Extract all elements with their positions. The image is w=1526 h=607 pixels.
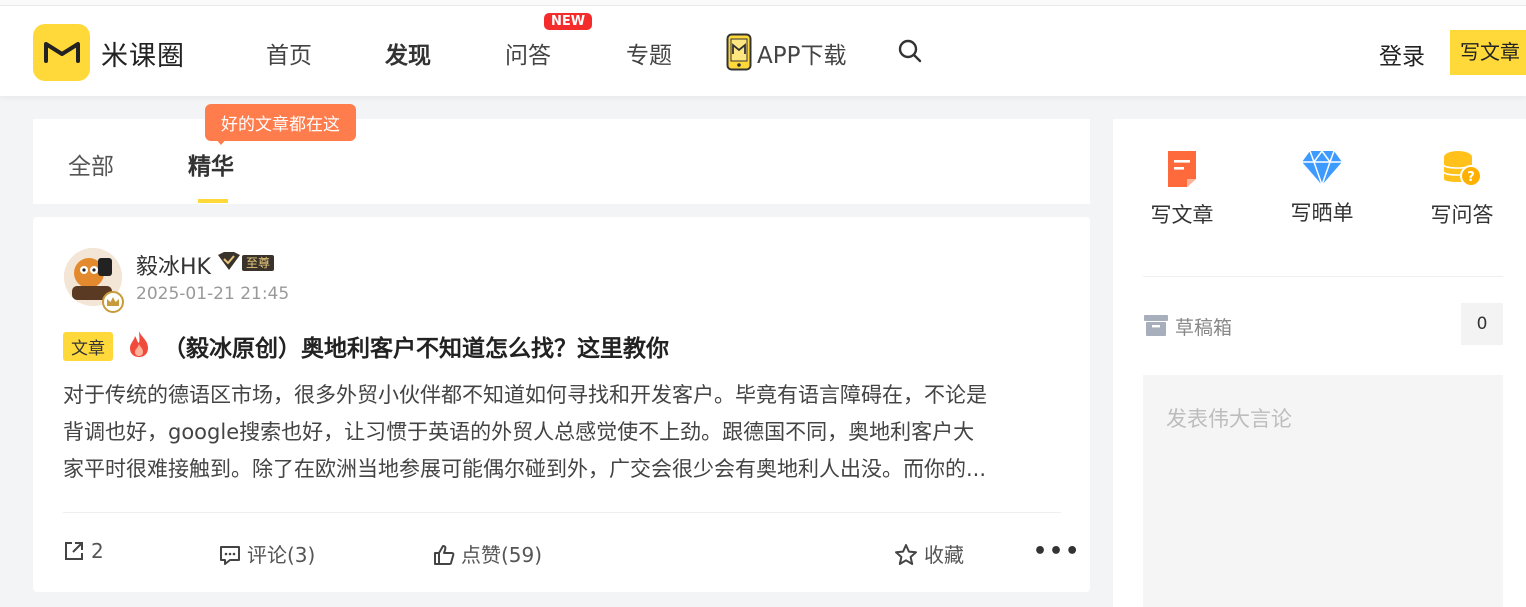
write-article-button[interactable]: 写文章 [1450, 30, 1526, 75]
more-options-button[interactable]: ••• [1033, 539, 1081, 564]
summary-line: 背调也好，google搜索也好，让习惯于英语的外贸人总感觉使不上劲。跟德国不同，… [63, 420, 975, 444]
crown-icon [102, 291, 124, 313]
post-summary[interactable]: 对于传统的德语区市场，很多外贸小伙伴都不知道如何寻找和开发客户。毕竟有语言障碍在… [63, 377, 1063, 488]
active-tab-indicator [198, 199, 228, 203]
tab-all[interactable]: 全部 [68, 147, 114, 181]
diamond-icon [1302, 149, 1342, 188]
like-button[interactable]: 点赞(59) [433, 539, 542, 568]
svg-text:?: ? [1467, 170, 1475, 185]
summary-line: 对于传统的德语区市场，很多外贸小伙伴都不知道如何寻找和开发客户。毕竟有语言障碍在… [63, 383, 987, 407]
favorite-label: 收藏 [924, 543, 964, 567]
favorite-button[interactable]: 收藏 [894, 539, 964, 568]
share-count: 2 [91, 539, 104, 563]
comment-icon [220, 545, 240, 565]
divider [63, 512, 1061, 513]
nav-app-download[interactable]: APP下载 [757, 36, 846, 70]
archive-box-icon [1144, 315, 1168, 336]
divider [1143, 276, 1503, 277]
search-icon[interactable] [898, 39, 922, 63]
comment-count: 评论(3) [247, 543, 316, 567]
author-name[interactable]: 毅冰HK [136, 249, 211, 281]
coins-question-icon: ? [1443, 151, 1482, 187]
login-link[interactable]: 登录 [1379, 37, 1425, 71]
app-logo[interactable] [33, 24, 90, 81]
share-icon [65, 541, 83, 560]
tooltip-arrow [215, 138, 227, 145]
star-icon [895, 543, 917, 565]
post-time: 2025-01-21 21:45 [136, 284, 290, 304]
comment-button[interactable]: 评论(3) [219, 539, 315, 568]
vip-badge: 至尊 [242, 255, 275, 271]
summary-line: 家平时很难接触到。除了在欧洲当地参展可能偶尔碰到外，广交会很少会有奥地利人出没。… [63, 457, 987, 481]
quick-action-label: 写文章 [1150, 203, 1214, 227]
quick-action-label: 写晒单 [1290, 201, 1354, 225]
like-count: 点赞(59) [461, 543, 543, 567]
post-type-tag: 文章 [63, 332, 113, 361]
feed-tabs: 全部 精华 [33, 119, 1090, 204]
sidebar-publish-panel: 写文章 写晒单 ? 写问答 草稿箱 0 发表伟大言论 [1113, 119, 1526, 607]
drafts-link[interactable]: 草稿箱 [1175, 313, 1232, 340]
write-question-shortcut[interactable]: ? 写问答 [1417, 149, 1507, 229]
tab-featured[interactable]: 精华 [188, 147, 234, 181]
post-card[interactable]: 毅冰HK 至尊 2025-01-21 21:45 文章 （毅冰原创）奥地利客户不… [33, 217, 1090, 592]
document-icon [1168, 151, 1196, 187]
quick-action-label: 写问答 [1430, 203, 1494, 227]
nav-topics[interactable]: 专题 [626, 36, 672, 70]
m-mark-logo-icon [44, 42, 80, 63]
thumbs-up-icon [434, 544, 455, 565]
featured-tooltip: 好的文章都在这 [205, 104, 356, 141]
share-button[interactable]: 2 [63, 539, 104, 563]
compose-textarea[interactable]: 发表伟大言论 [1143, 375, 1503, 607]
vip-check-icon [218, 252, 240, 270]
post-title[interactable]: （毅冰原创）奥地利客户不知道怎么找？这里教你 [163, 329, 669, 363]
top-nav-bar: 米课圈 首页 发现 问答 NEW 专题 APP下载 登录 写文章 [0, 6, 1526, 96]
write-showcase-shortcut[interactable]: 写晒单 [1277, 149, 1367, 227]
nav-home[interactable]: 首页 [266, 36, 312, 70]
new-badge: NEW [544, 13, 593, 30]
fire-icon [130, 331, 148, 357]
compose-placeholder: 发表伟大言论 [1166, 407, 1292, 431]
write-article-shortcut[interactable]: 写文章 [1137, 149, 1227, 229]
drafts-count: 0 [1461, 303, 1503, 345]
nav-discover[interactable]: 发现 [385, 36, 431, 70]
app-name[interactable]: 米课圈 [101, 34, 185, 73]
nav-qa[interactable]: 问答 [505, 36, 551, 70]
phone-icon[interactable] [726, 33, 752, 71]
